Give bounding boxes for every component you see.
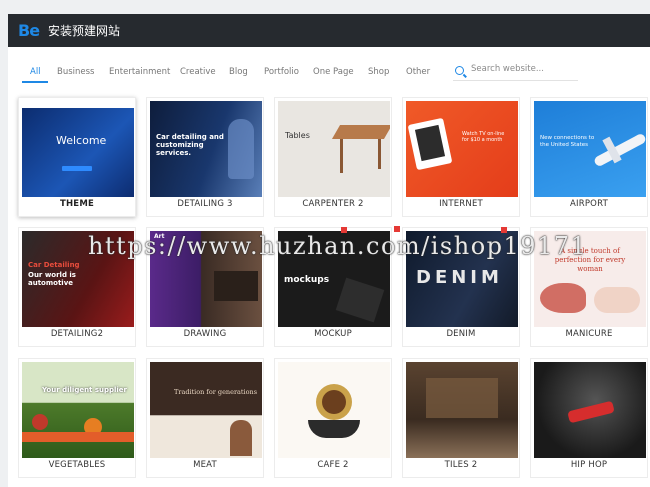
thumbnail-internet: Watch TV on-line for $10 a month [406, 101, 518, 197]
card-label: DENIM [446, 329, 476, 339]
filter-bar: All Business Entertainment Creative Blog… [8, 47, 650, 91]
tab-business[interactable]: Business [57, 67, 94, 77]
app-header: Be 安装预建网站 [8, 14, 650, 47]
tab-blog[interactable]: Blog [229, 67, 248, 77]
thumbnail-theme: Welcome [22, 101, 134, 197]
card-label: VEGETABLES [48, 460, 106, 470]
template-card-tiles-2[interactable]: TILES 2 [402, 358, 520, 478]
thumbnail-detailing-3: Car detailing and customizing services. [150, 101, 262, 197]
watermark-text: https://www.huzhan.com/ishop19171 [88, 232, 588, 260]
be-logo-icon: Be [18, 20, 40, 40]
thumbnail-airport: New connections to the United States [534, 101, 646, 197]
card-label: HIP HOP [570, 460, 608, 470]
template-card-cafe-2[interactable]: CAFE 2 [274, 358, 392, 478]
search-icon [455, 66, 464, 75]
active-tab-underline [22, 81, 48, 83]
thumbnail-tiles-2 [406, 362, 518, 458]
card-label: CARPENTER 2 [302, 199, 364, 209]
card-label: DRAWING [183, 329, 227, 339]
card-label: THEME [60, 199, 94, 209]
template-card-detailing-3[interactable]: Car detailing and customizing services. … [146, 97, 264, 217]
card-label: DETAILING 3 [177, 199, 233, 209]
search-box[interactable] [453, 62, 578, 81]
search-input[interactable] [471, 64, 571, 74]
template-card-theme[interactable]: Welcome THEME [18, 97, 136, 217]
watermark-dot [394, 226, 400, 232]
card-label: MANICURE [565, 329, 613, 339]
thumbnail-vegetables: Your diligent supplier [22, 362, 134, 458]
thumbnail-meat: Tradition for generations [150, 362, 262, 458]
card-label: INTERNET [439, 199, 483, 209]
card-label: TILES 2 [444, 460, 478, 470]
watermark-dot [501, 227, 507, 233]
template-card-hip-hop[interactable]: HIP HOP [530, 358, 648, 478]
template-card-internet[interactable]: Watch TV on-line for $10 a month INTERNE… [402, 97, 520, 217]
card-label: CAFE 2 [317, 460, 349, 470]
card-label: AIRPORT [570, 199, 608, 209]
tab-portfolio[interactable]: Portfolio [264, 67, 299, 77]
watermark-dot [341, 227, 347, 233]
tab-creative[interactable]: Creative [180, 67, 216, 77]
thumbnail-carpenter-2: Tables [278, 101, 390, 197]
tab-entertainment[interactable]: Entertainment [109, 67, 170, 77]
tab-one-page[interactable]: One Page [313, 67, 354, 77]
thumbnail-hip-hop [534, 362, 646, 458]
card-label: MEAT [193, 460, 217, 470]
thumbnail-cafe-2 [278, 362, 390, 458]
card-label: MOCKUP [314, 329, 352, 339]
app-title: 安装预建网站 [48, 24, 121, 38]
tab-other[interactable]: Other [406, 67, 430, 77]
tab-shop[interactable]: Shop [368, 67, 389, 77]
websites-panel: All Business Entertainment Creative Blog… [8, 47, 650, 487]
template-card-airport[interactable]: New connections to the United States AIR… [530, 97, 648, 217]
tab-all[interactable]: All [30, 67, 41, 77]
window-top-strip [0, 0, 650, 14]
card-label: DETAILING2 [50, 329, 104, 339]
template-card-carpenter-2[interactable]: Tables CARPENTER 2 [274, 97, 392, 217]
template-card-vegetables[interactable]: Your diligent supplier VEGETABLES [18, 358, 136, 478]
template-card-meat[interactable]: Tradition for generations MEAT [146, 358, 264, 478]
